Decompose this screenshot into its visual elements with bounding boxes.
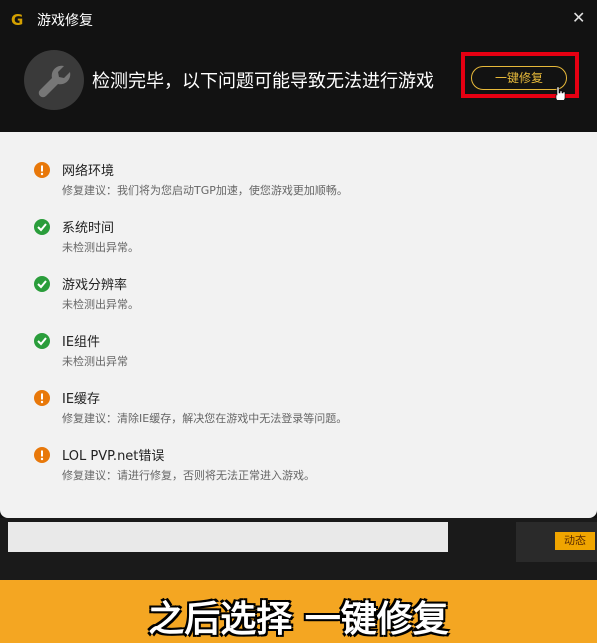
warning-icon: [34, 162, 50, 178]
list-item: 游戏分辨率 未检测出异常。: [34, 272, 574, 329]
item-title: 网络环境: [62, 164, 115, 179]
list-item: 网络环境 修复建议：我们将为您启动TGP加速，使您游戏更加顺畅。: [34, 158, 574, 215]
dialog-header: G 游戏修复 ✕ 检测完毕，以下问题可能导致无法进行游戏 一键修复: [0, 0, 597, 132]
item-desc: 修复建议：清除IE缓存，解决您在游戏中无法登录等问题。: [62, 412, 348, 425]
check-icon: [34, 276, 50, 292]
wrench-icon: [24, 50, 84, 110]
hand-cursor-icon: [555, 86, 566, 100]
diagnostic-list: 网络环境 修复建议：我们将为您启动TGP加速，使您游戏更加顺畅。 系统时间 未检…: [34, 158, 574, 500]
list-item: IE组件 未检测出异常: [34, 329, 574, 386]
item-title: IE组件: [62, 335, 101, 350]
item-title: 系统时间: [62, 221, 115, 236]
item-title: IE缓存: [62, 392, 101, 407]
list-item: 系统时间 未检测出异常。: [34, 215, 574, 272]
item-desc: 未检测出异常: [62, 355, 128, 368]
dynamic-badge[interactable]: 动态: [555, 532, 595, 550]
game-repair-dialog: G 游戏修复 ✕ 检测完毕，以下问题可能导致无法进行游戏 一键修复 网络环境 修…: [0, 0, 597, 518]
scan-result-headline: 检测完毕，以下问题可能导致无法进行游戏: [92, 71, 434, 92]
warning-icon: [34, 447, 50, 463]
video-caption: 之后选择 一键修复: [148, 599, 449, 640]
check-icon: [34, 333, 50, 349]
window-title: 游戏修复: [37, 13, 93, 29]
item-desc: 未检测出异常。: [62, 298, 139, 311]
item-title: LOL PVP.net错误: [62, 449, 165, 464]
background-panel: [8, 522, 448, 552]
item-desc: 未检测出异常。: [62, 241, 139, 254]
item-title: 游戏分辨率: [62, 278, 128, 293]
check-icon: [34, 219, 50, 235]
item-desc: 修复建议：我们将为您启动TGP加速，使您游戏更加顺畅。: [62, 184, 348, 197]
list-item: LOL PVP.net错误 修复建议：请进行修复，否则将无法正常进入游戏。: [34, 443, 574, 500]
list-item: IE缓存 修复建议：清除IE缓存，解决您在游戏中无法登录等问题。: [34, 386, 574, 443]
app-logo-icon: G: [11, 11, 24, 29]
warning-icon: [34, 390, 50, 406]
item-desc: 修复建议：请进行修复，否则将无法正常进入游戏。: [62, 469, 315, 482]
close-button[interactable]: ✕: [572, 8, 585, 27]
